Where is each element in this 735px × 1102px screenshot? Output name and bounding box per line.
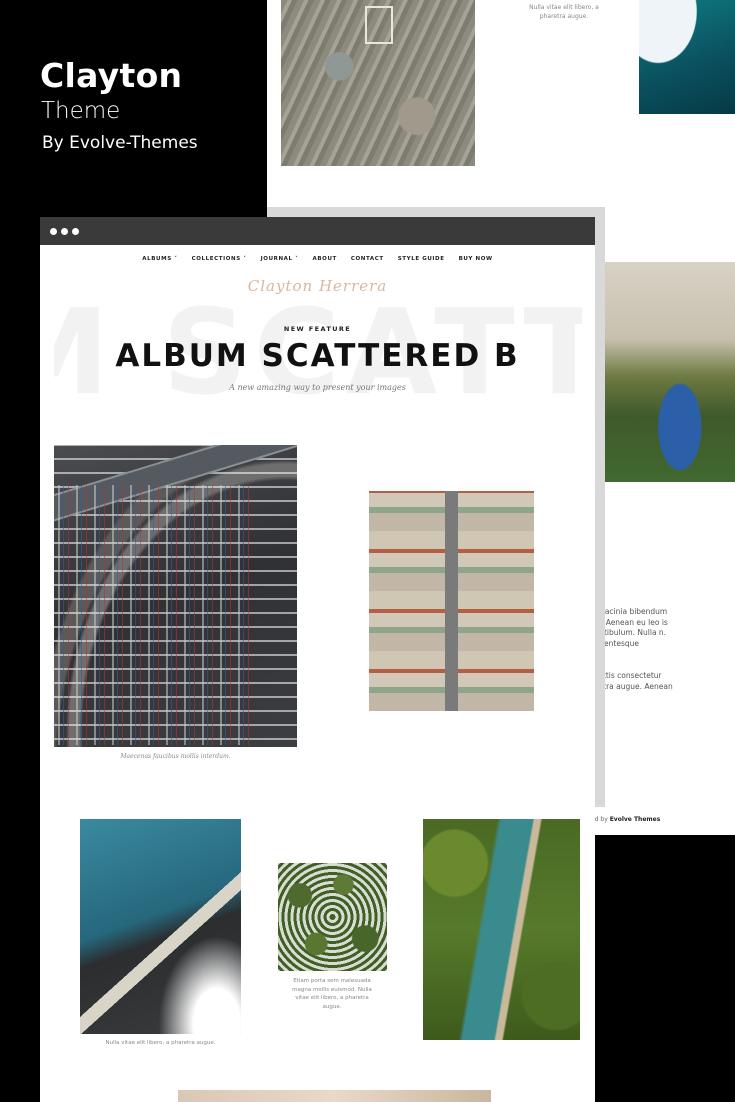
nav-contact[interactable]: CONTACT (351, 256, 384, 262)
ice-aerial-photo (639, 0, 735, 114)
theme-author: By Evolve-Themes (42, 133, 198, 153)
window-dot-icon[interactable] (72, 227, 79, 235)
nav-albums[interactable]: ALBUMS ˅ (142, 256, 177, 262)
credit-link[interactable]: Evolve Themes (610, 816, 661, 823)
background-credit: ed by Evolve Themes (591, 816, 660, 823)
beach-court-photo (597, 262, 735, 482)
theme-subtitle: Theme (41, 98, 121, 124)
nav-collections[interactable]: COLLECTIONS ˅ (192, 256, 247, 262)
window-dot-icon[interactable] (61, 227, 68, 235)
pool-caption: Nulla vitae elit libero, a pharetra augu… (105, 1040, 216, 1046)
nav-about[interactable]: ABOUT (313, 256, 337, 262)
browser-window: ALBUMS ˅ COLLECTIONS ˅ JOURNAL ˅ ABOUT C… (40, 217, 595, 1102)
trees-caption: Etiam porta sem malesuada magna mollis e… (292, 978, 372, 1010)
theme-name: Clayton (40, 56, 183, 95)
window-dot-icon[interactable] (50, 227, 57, 235)
city-street-photo[interactable] (369, 491, 534, 711)
window-titlebar (40, 217, 595, 245)
rock-aerial-photo (281, 0, 475, 166)
river-forest-photo[interactable] (423, 819, 580, 1040)
background-caption: Nulla vitae elit libero, a pharetra augu… (529, 4, 599, 20)
nav-style-guide[interactable]: STYLE GUIDE (398, 256, 445, 262)
main-nav: ALBUMS ˅ COLLECTIONS ˅ JOURNAL ˅ ABOUT C… (40, 256, 595, 262)
bottom-photo-partial[interactable] (178, 1090, 491, 1102)
sea-pool-photo[interactable] (80, 819, 241, 1034)
nav-journal[interactable]: JOURNAL ˅ (261, 256, 299, 262)
highway-caption: Maecenas faucibus mollis interdum. (120, 753, 231, 760)
palm-trees-photo[interactable] (278, 863, 387, 971)
rock-marker (365, 6, 393, 44)
site-logo-signature[interactable]: Clayton Herrera (40, 277, 595, 295)
cars-texture (54, 485, 254, 745)
page-tagline: A new amazing way to present your images (229, 383, 406, 392)
feature-kicker: NEW FEATURE (283, 325, 352, 333)
nav-buy-now[interactable]: BUY NOW (459, 256, 493, 262)
page-title: ALBUM SCATTERED B (115, 338, 520, 374)
highway-photo[interactable] (54, 445, 297, 747)
